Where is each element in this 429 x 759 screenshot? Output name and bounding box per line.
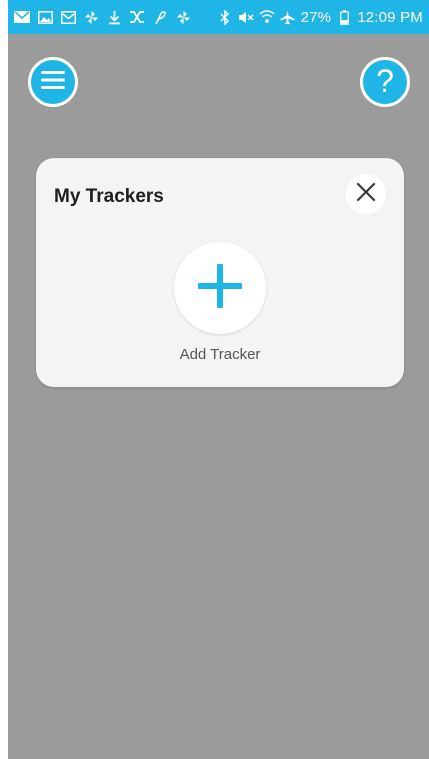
feather-icon [152, 9, 168, 25]
menu-button[interactable] [28, 57, 78, 107]
page-background [8, 34, 429, 759]
status-bar: 27% 12:09 PM [8, 0, 429, 34]
airplane-icon [280, 9, 296, 25]
mail-icon [14, 9, 30, 25]
notification-icons [14, 9, 191, 25]
image-icon [37, 9, 53, 25]
shuffle-icon [129, 9, 145, 25]
download-icon [106, 9, 122, 25]
pinwheel-icon [175, 9, 191, 25]
hamburger-icon [41, 70, 65, 94]
wifi-icon [259, 9, 275, 25]
help-icon: ? [376, 63, 394, 99]
my-trackers-card: My Trackers Add Tracker [36, 158, 404, 387]
battery-icon [336, 9, 352, 25]
status-time: 12:09 PM [357, 8, 423, 26]
mute-icon [238, 9, 254, 25]
plus-icon [196, 262, 244, 315]
bluetooth-icon [217, 9, 233, 25]
close-button[interactable] [346, 174, 386, 214]
add-tracker-label: Add Tracker [179, 346, 261, 363]
system-icons: 27% 12:09 PM [217, 9, 423, 26]
add-tracker-button[interactable] [174, 242, 266, 334]
help-button[interactable]: ? [360, 57, 410, 107]
close-icon [356, 182, 376, 207]
email-icon [60, 9, 76, 25]
screen: 27% 12:09 PM ? My Trackers Add Tracker [0, 0, 429, 759]
card-title: My Trackers [54, 186, 164, 207]
battery-percent: 27% [300, 8, 332, 26]
pinwheel-icon [83, 9, 99, 25]
